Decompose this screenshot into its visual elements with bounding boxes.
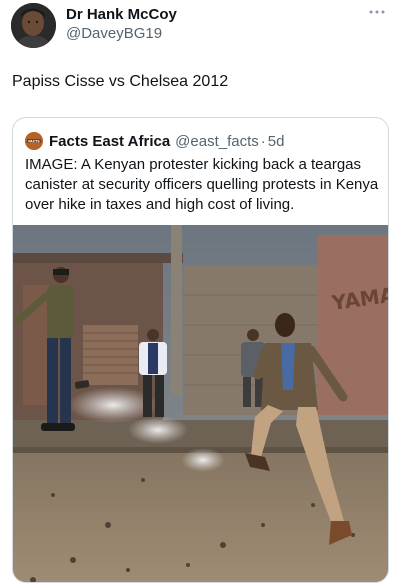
protest-photo: YAMA: [13, 225, 388, 582]
more-horizontal-icon[interactable]: [368, 7, 386, 17]
author-display-name[interactable]: Dr Hank McCoy: [66, 6, 177, 24]
quoted-tweet-text: IMAGE: A Kenyan protester kicking back a…: [25, 156, 379, 213]
quoted-author-handle[interactable]: @east_facts: [175, 133, 259, 150]
dot-separator: ·: [260, 132, 266, 150]
author-avatar[interactable]: [11, 3, 56, 48]
quoted-author-avatar[interactable]: FACTS: [25, 132, 43, 150]
quoted-avatar-logo: FACTS: [25, 132, 43, 150]
quoted-media-photo[interactable]: YAMA: [13, 225, 388, 582]
quoted-timestamp[interactable]: 5d: [268, 133, 285, 150]
author-info: Dr Hank McCoy @DaveyBG19: [66, 6, 177, 43]
quoted-tweet-card[interactable]: FACTS Facts East Africa @east_facts · 5d…: [12, 117, 389, 583]
tweet[interactable]: Dr Hank McCoy @DaveyBG19 Papiss Cisse vs…: [0, 0, 400, 585]
tweet-text: Papiss Cisse vs Chelsea 2012: [12, 73, 229, 90]
author-handle[interactable]: @DaveyBG19: [66, 24, 177, 43]
quoted-author-name[interactable]: Facts East Africa: [49, 133, 170, 150]
quoted-tweet-header: FACTS Facts East Africa @east_facts · 5d: [25, 132, 284, 150]
svg-text:FACTS: FACTS: [28, 139, 40, 143]
avatar-image: [11, 3, 56, 48]
